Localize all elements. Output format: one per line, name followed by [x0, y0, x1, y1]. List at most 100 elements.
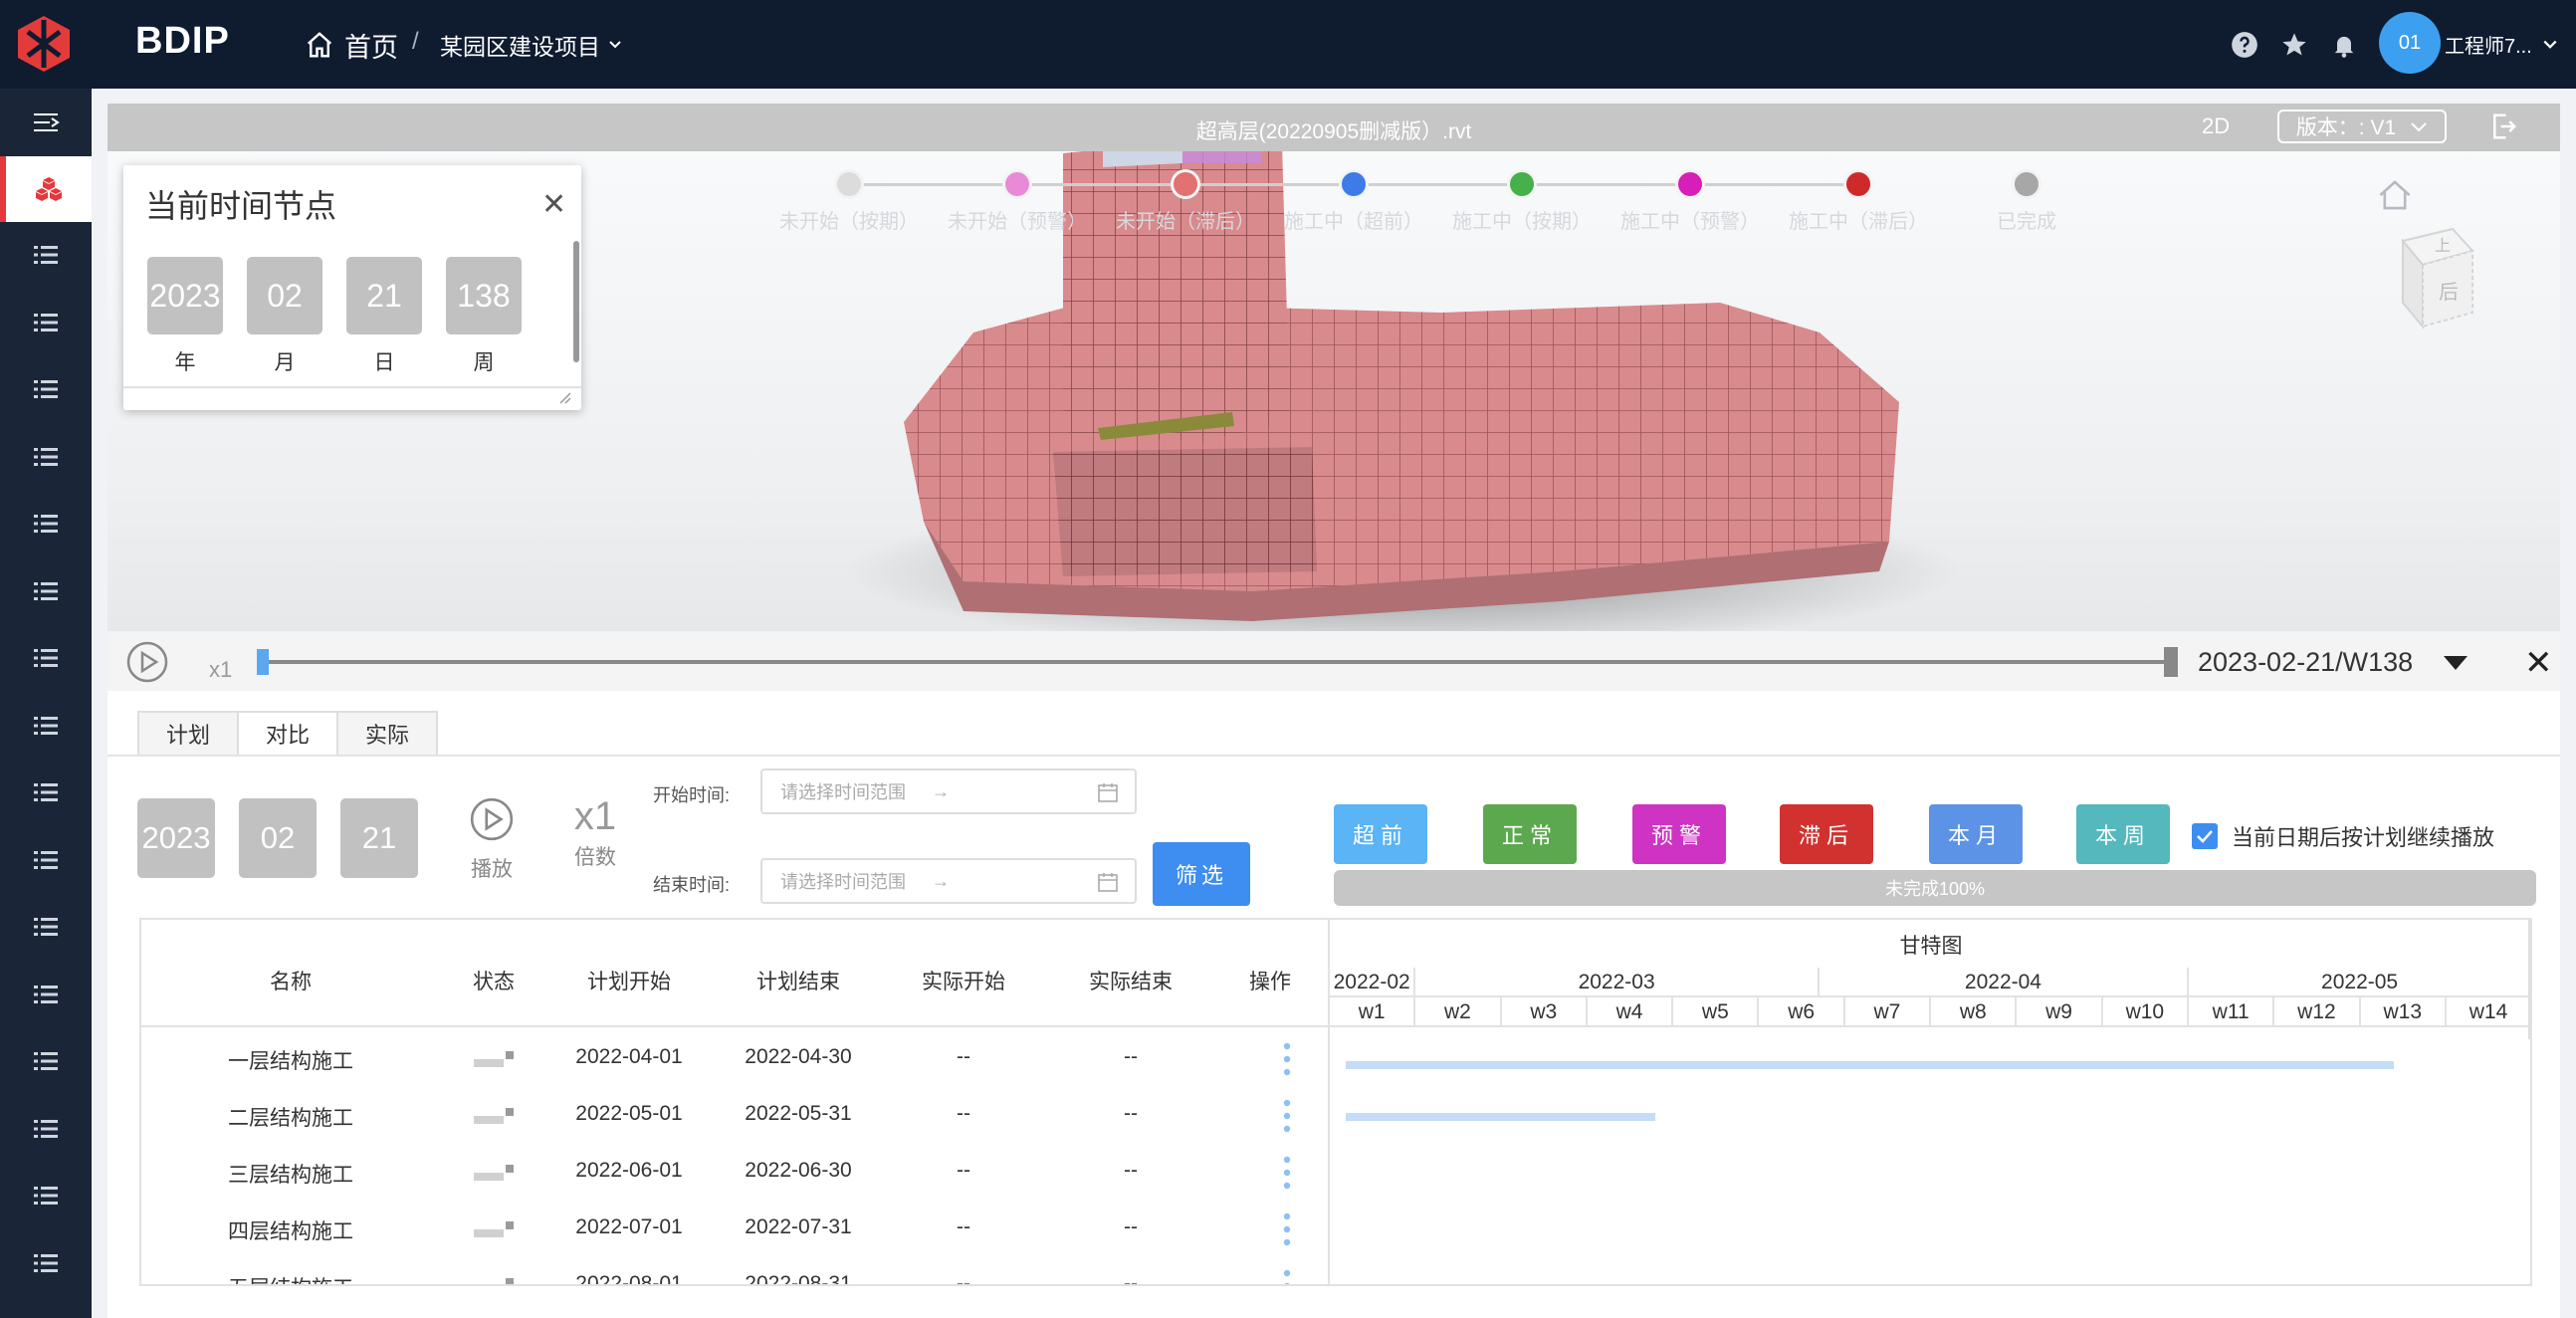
sidebar-toggle[interactable] — [0, 89, 92, 156]
sidebar-item-4[interactable] — [0, 424, 92, 490]
exit-icon[interactable] — [2488, 111, 2518, 141]
table-cell: 四层结构施工 — [228, 1220, 353, 1243]
status-filter-button[interactable]: 本周 — [2076, 804, 2170, 864]
sidebar-item-9[interactable] — [0, 760, 92, 825]
close-icon[interactable]: ✕ — [2524, 643, 2553, 683]
sidebar-item-12[interactable] — [0, 962, 92, 1027]
view-cube[interactable]: 上 后 — [2373, 221, 2482, 340]
star-icon[interactable] — [2279, 30, 2309, 60]
time-node-scrollbar[interactable] — [573, 241, 579, 362]
time-node-value[interactable]: 138 — [446, 257, 522, 334]
more-actions-icon[interactable] — [1282, 1041, 1292, 1086]
table-cell: -- — [957, 1272, 970, 1286]
table-row[interactable]: 一层结构施工 2022-04-01 2022-04-30 -- -- — [141, 1031, 1328, 1087]
breadcrumb-home[interactable]: 首页 — [305, 26, 398, 64]
table-header-divider — [141, 1025, 1328, 1027]
sidebar-item-16[interactable] — [0, 1230, 92, 1296]
time-node-unit: 日 — [373, 351, 395, 374]
gantt-scrollbar[interactable] — [2528, 920, 2530, 1039]
table-cell: -- — [1124, 1102, 1138, 1125]
status-filter-button[interactable]: 本月 — [1929, 804, 2023, 864]
list-icon — [34, 1253, 58, 1272]
legend-label: 未开始（按期） — [779, 211, 919, 233]
user-name: 工程师7... — [2445, 36, 2532, 58]
status-filter-button[interactable]: 滞后 — [1780, 804, 1873, 864]
sidebar-item-11[interactable] — [0, 894, 92, 960]
time-node-unit: 年 — [174, 351, 196, 374]
project-selector[interactable]: 某园区建设项目 — [440, 28, 622, 62]
continue-plan-checkbox[interactable]: 当前日期后按计划继续播放 — [2192, 820, 2494, 852]
tab-1[interactable]: 对比 — [237, 711, 338, 757]
more-actions-icon[interactable] — [1282, 1211, 1292, 1256]
gantt-bar[interactable] — [1346, 1061, 2394, 1069]
time-node-value[interactable]: 02 — [247, 257, 322, 334]
mode-2d-toggle[interactable]: 2D — [2202, 113, 2230, 139]
sidebar-item-14[interactable] — [0, 1096, 92, 1162]
status-filter-button[interactable]: 正常 — [1483, 804, 1577, 864]
status-legend: 未开始（按期） 未开始（预警） 未开始（滞后） 施工中（超前） 施工中（按期） 施工中（预… — [764, 167, 2088, 247]
tab-2[interactable]: 实际 — [336, 711, 438, 757]
help-icon[interactable] — [2230, 30, 2259, 60]
filter-button[interactable]: 筛选 — [1153, 842, 1250, 906]
home-icon[interactable] — [2377, 179, 2413, 211]
close-icon[interactable]: ✕ — [541, 187, 566, 222]
gantt-week: w1 — [1330, 997, 1416, 1027]
timeline-end-handle[interactable] — [2164, 647, 2178, 677]
list-icon — [34, 246, 58, 264]
avatar[interactable]: 01 — [2379, 12, 2441, 74]
timeline-track[interactable] — [259, 660, 2168, 664]
caret-down-icon[interactable] — [2443, 655, 2469, 671]
column-header: 实际结束 — [1089, 971, 1173, 993]
chevron-down-icon — [2411, 122, 2427, 132]
play-icon[interactable] — [125, 640, 169, 684]
cubes-icon — [36, 177, 62, 201]
brand-name[interactable]: BDIP — [135, 20, 230, 63]
logo-icon[interactable] — [14, 14, 74, 74]
table-row[interactable]: 五层结构施工 2022-08-01 2022-08-31 -- -- — [141, 1258, 1328, 1286]
speed-selector[interactable]: x1 倍数 — [555, 794, 635, 871]
sidebar-item-1[interactable] — [0, 222, 92, 288]
sidebar-item-7[interactable] — [0, 625, 92, 691]
start-time-range-input[interactable]: 请选择时间范围 → — [760, 769, 1137, 814]
tab-0[interactable]: 计划 — [137, 711, 239, 757]
sidebar-item-15[interactable] — [0, 1163, 92, 1228]
user-menu[interactable]: 工程师7... — [2445, 30, 2558, 59]
table-row[interactable]: 四层结构施工 2022-07-01 2022-07-31 -- -- — [141, 1202, 1328, 1257]
resize-handle-icon[interactable] — [557, 390, 571, 404]
sidebar-item-13[interactable] — [0, 1028, 92, 1094]
more-actions-icon[interactable] — [1282, 1155, 1292, 1200]
sidebar-item-5[interactable] — [0, 491, 92, 556]
table-row[interactable]: 二层结构施工 2022-05-01 2022-05-31 -- -- — [141, 1088, 1328, 1144]
sidebar-item-3[interactable] — [0, 356, 92, 422]
play-label: 播放 — [471, 858, 513, 881]
status-filter-button[interactable]: 超前 — [1334, 804, 1427, 864]
time-node-value[interactable]: 21 — [346, 257, 422, 334]
more-actions-icon[interactable] — [1282, 1098, 1292, 1143]
sidebar-item-10[interactable] — [0, 827, 92, 893]
date-box[interactable]: 02 — [239, 798, 317, 878]
more-actions-icon[interactable] — [1282, 1268, 1292, 1284]
sidebar-item-4d-model[interactable] — [0, 156, 92, 222]
sidebar-item-2[interactable] — [0, 290, 92, 355]
date-display: 2023 02 21 — [137, 798, 418, 878]
sidebar-item-8[interactable] — [0, 693, 92, 759]
list-icon — [34, 649, 58, 667]
date-box[interactable]: 2023 — [137, 798, 215, 878]
timeline-start-handle[interactable] — [257, 649, 269, 675]
legend-dot — [2012, 169, 2041, 199]
status-filter-button[interactable]: 预警 — [1632, 804, 1726, 864]
gantt-bar[interactable] — [1346, 1113, 1655, 1121]
gantt-week: w5 — [1673, 997, 1760, 1027]
tabs-divider — [107, 755, 2560, 757]
play-button[interactable]: 播放 — [462, 796, 522, 883]
version-select[interactable]: 版本：: V1 — [2277, 110, 2447, 143]
bell-icon[interactable] — [2329, 30, 2359, 60]
sidebar-item-6[interactable] — [0, 558, 92, 624]
time-node-divider — [123, 386, 581, 388]
time-node-value[interactable]: 2023 — [147, 257, 223, 334]
table-row[interactable]: 三层结构施工 2022-06-01 2022-06-30 -- -- — [141, 1145, 1328, 1201]
end-time-range-input[interactable]: 请选择时间范围 → — [760, 858, 1137, 904]
list-icon — [34, 313, 58, 331]
date-box[interactable]: 21 — [340, 798, 418, 878]
calendar-icon — [1098, 873, 1118, 892]
